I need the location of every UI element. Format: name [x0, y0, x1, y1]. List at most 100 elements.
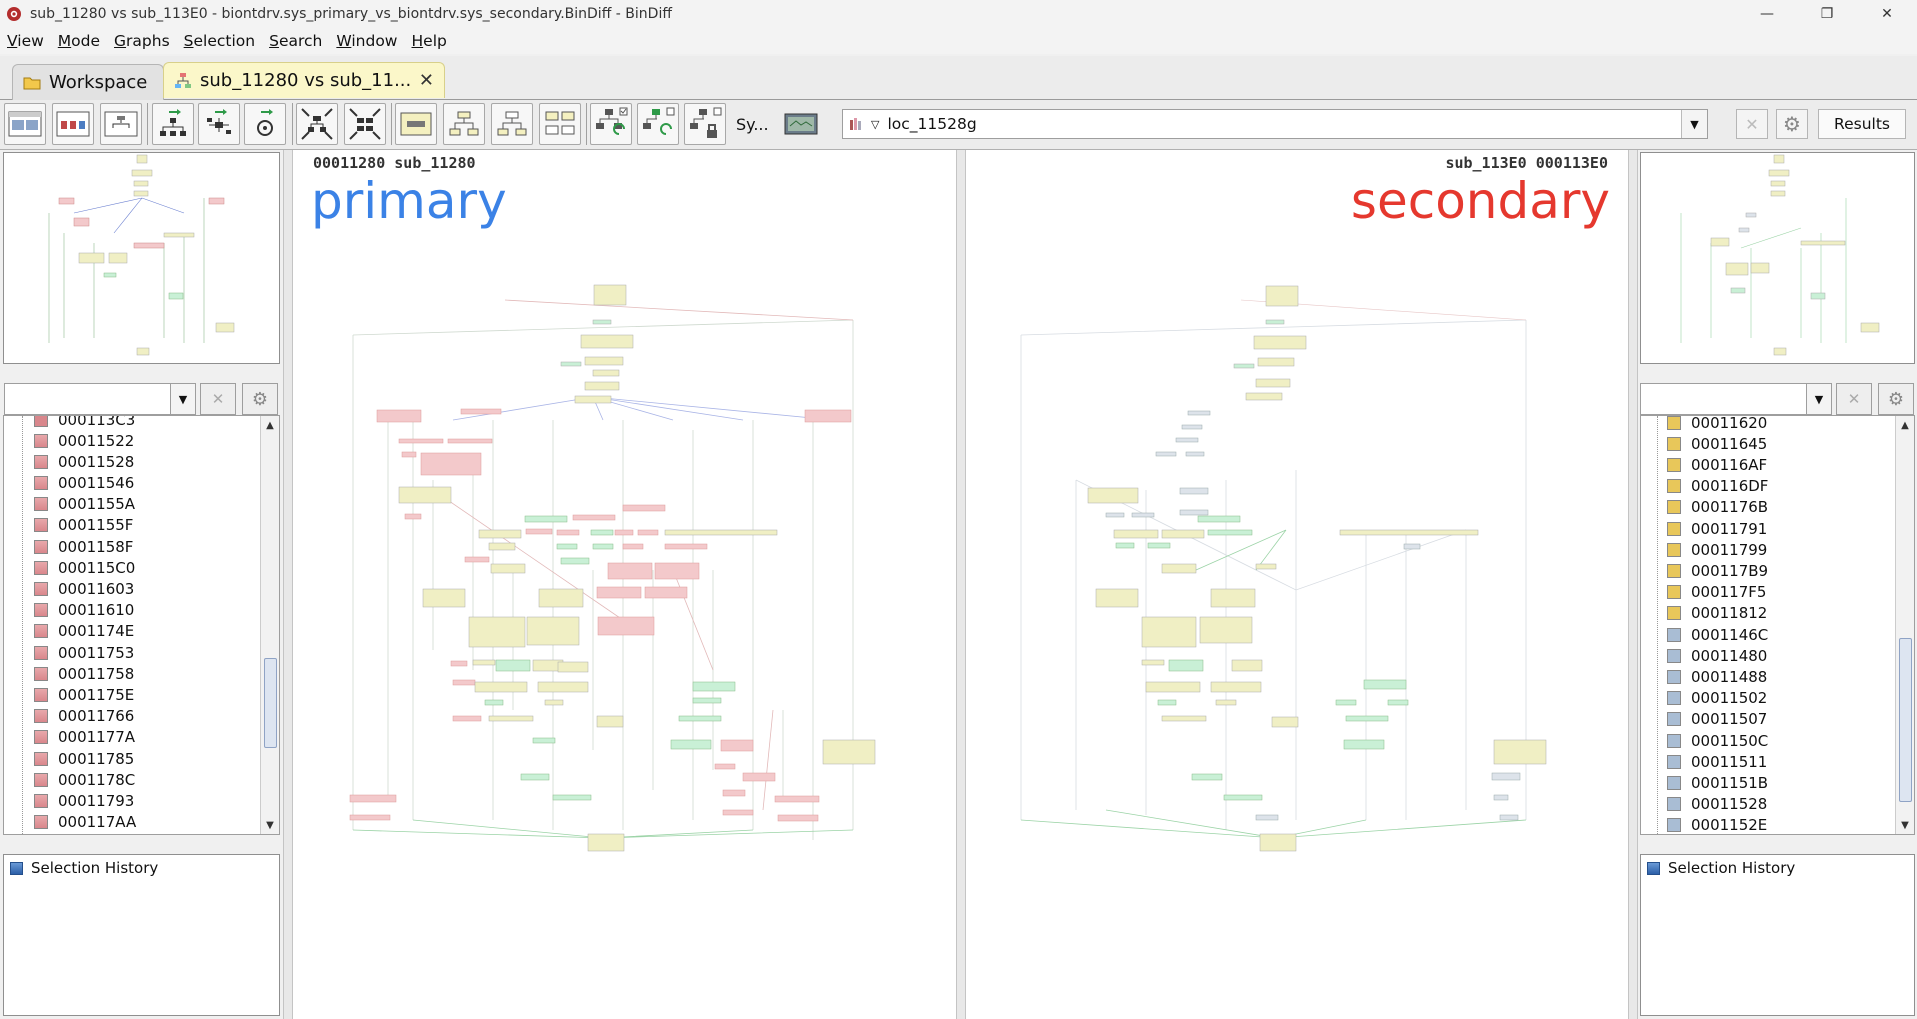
list-item[interactable]: 00011480 [1667, 645, 1767, 666]
left-search-input[interactable] [4, 383, 172, 415]
minimize-button[interactable]: — [1737, 0, 1797, 28]
left-search-settings[interactable]: ⚙ [242, 383, 278, 415]
list-item[interactable]: 00011785 [34, 748, 134, 769]
left-search-clear[interactable]: ✕ [200, 383, 236, 415]
left-search-dropdown[interactable]: ▼ [170, 383, 196, 415]
right-function-list[interactable]: 00011620 00011645 000116AF 000116DF 0001176B… [1640, 415, 1915, 835]
shrink-selection-icon[interactable] [637, 103, 679, 145]
menu-mode[interactable]: Mode [51, 32, 107, 50]
close-window-button[interactable]: ✕ [1857, 0, 1917, 28]
right-splitter[interactable] [1628, 150, 1638, 1019]
list-item[interactable]: 000117AA [34, 812, 136, 833]
list-item[interactable]: 0001146C [1667, 624, 1768, 645]
scroll-thumb[interactable] [264, 658, 277, 748]
orthogonal-layout-icon[interactable] [198, 103, 240, 145]
list-item[interactable]: 0001151B [1667, 772, 1768, 793]
primary-overview[interactable] [3, 152, 280, 364]
list-item[interactable]: 00011522 [34, 430, 134, 451]
list-item[interactable]: 00011528 [1667, 794, 1767, 815]
list-item[interactable]: 0001178C [34, 769, 135, 790]
invert-selection-icon[interactable] [684, 103, 726, 145]
view-combined-icon[interactable] [52, 103, 94, 145]
menu-view[interactable]: View [0, 32, 51, 50]
list-item[interactable]: 0001174E [34, 621, 134, 642]
restore-button[interactable]: ❐ [1797, 0, 1857, 28]
scroll-up-icon[interactable]: ▲ [1896, 416, 1914, 434]
list-item[interactable]: 00011793 [34, 790, 134, 811]
list-item[interactable]: 000116DF [1667, 476, 1768, 497]
address-value[interactable]: loc_11528g [887, 115, 976, 133]
primary-flow-graph[interactable] [293, 150, 956, 1019]
screenshot-icon[interactable] [780, 103, 822, 145]
list-item[interactable]: 00011799 [1667, 539, 1767, 560]
list-item[interactable]: 00011758 [34, 663, 134, 684]
list-item[interactable]: 00011610 [34, 600, 134, 621]
hierarchic-layout-icon[interactable] [152, 103, 194, 145]
list-item[interactable]: 000115C0 [34, 557, 135, 578]
list-item[interactable]: 0001176B [1667, 497, 1768, 518]
menu-selection[interactable]: Selection [177, 32, 262, 50]
clear-address-button[interactable]: ✕ [1736, 109, 1768, 139]
tab-diff[interactable]: sub_11280 vs sub_11... ✕ [163, 62, 445, 98]
list-item[interactable]: 0001152E [1667, 815, 1767, 834]
list-item[interactable]: 00011645 [1667, 433, 1767, 454]
select-ancestors-icon[interactable] [443, 103, 485, 145]
right-search-settings[interactable]: ⚙ [1878, 383, 1914, 415]
secondary-graph-pane[interactable]: sub_113E0 000113E0 secondary [966, 150, 1628, 1019]
list-item[interactable]: 00011603 [34, 578, 134, 599]
close-tab-icon[interactable]: ✕ [419, 70, 434, 91]
tab-workspace[interactable]: Workspace [12, 64, 164, 100]
list-item[interactable]: 0001155F [34, 515, 133, 536]
list-item[interactable]: 00011502 [1667, 688, 1767, 709]
right-search-dropdown[interactable]: ▼ [1806, 383, 1832, 415]
circular-layout-icon[interactable] [244, 103, 286, 145]
list-item[interactable]: 00011812 [1667, 603, 1767, 624]
right-selection-history[interactable]: Selection History [1640, 854, 1915, 1016]
address-combobox[interactable]: ▽ loc_11528g ▼ [842, 109, 1708, 139]
view-dual-icon[interactable] [4, 103, 46, 145]
list-item[interactable]: 0001150C [1667, 730, 1768, 751]
sync-label[interactable]: Sy... [736, 115, 769, 134]
scroll-thumb[interactable] [1899, 638, 1912, 802]
list-item[interactable]: 00011507 [1667, 709, 1767, 730]
right-search-clear[interactable]: ✕ [1836, 383, 1872, 415]
list-item[interactable]: 0001175E [34, 684, 134, 705]
list-item[interactable]: 000117F5 [1667, 582, 1766, 603]
list-item[interactable]: 00011766 [34, 706, 134, 727]
scroll-down-icon[interactable]: ▼ [261, 816, 279, 834]
left-splitter[interactable] [283, 150, 293, 1019]
select-peer-icon[interactable] [539, 103, 581, 145]
list-item[interactable]: 0001155A [34, 494, 135, 515]
select-successors-icon[interactable] [491, 103, 533, 145]
proximity-browsing-icon[interactable] [395, 103, 437, 145]
list-item[interactable]: 0001158F [34, 536, 133, 557]
scroll-down-icon[interactable]: ▼ [1896, 816, 1914, 834]
list-item[interactable]: 00011753 [34, 642, 134, 663]
center-splitter[interactable] [956, 150, 966, 1019]
list-item[interactable]: 00011511 [1667, 751, 1767, 772]
results-button[interactable]: Results [1818, 109, 1906, 139]
left-selection-history[interactable]: Selection History [3, 854, 280, 1016]
list-item[interactable]: 000117B9 [1667, 560, 1768, 581]
list-item[interactable]: 00011488 [1667, 666, 1767, 687]
list-item[interactable]: 00011620 [1667, 416, 1767, 433]
menu-window[interactable]: Window [329, 32, 404, 50]
zoom-to-selection-icon[interactable] [344, 103, 386, 145]
address-dropdown-button[interactable]: ▼ [1681, 110, 1707, 138]
expand-selection-icon[interactable] [590, 103, 632, 145]
secondary-overview[interactable] [1640, 152, 1915, 364]
primary-graph-pane[interactable]: 00011280 sub_11280 primary [293, 150, 956, 1019]
view-single-icon[interactable] [100, 103, 142, 145]
right-list-scrollbar[interactable]: ▲ ▼ [1895, 416, 1914, 834]
list-item[interactable]: 0001177A [34, 727, 135, 748]
right-search-input[interactable] [1640, 383, 1808, 415]
secondary-flow-graph[interactable] [966, 150, 1628, 1019]
menu-graphs[interactable]: Graphs [107, 32, 177, 50]
list-item[interactable]: 000116AF [1667, 454, 1767, 475]
list-item[interactable]: 00011546 [34, 472, 134, 493]
zoom-to-fit-icon[interactable] [296, 103, 338, 145]
address-settings-button[interactable]: ⚙ [1776, 109, 1808, 139]
left-function-list[interactable]: 000113C3 00011522 00011528 00011546 0001155… [3, 415, 280, 835]
list-item[interactable]: 000113C3 [34, 416, 135, 430]
list-item[interactable]: 00011528 [34, 451, 134, 472]
